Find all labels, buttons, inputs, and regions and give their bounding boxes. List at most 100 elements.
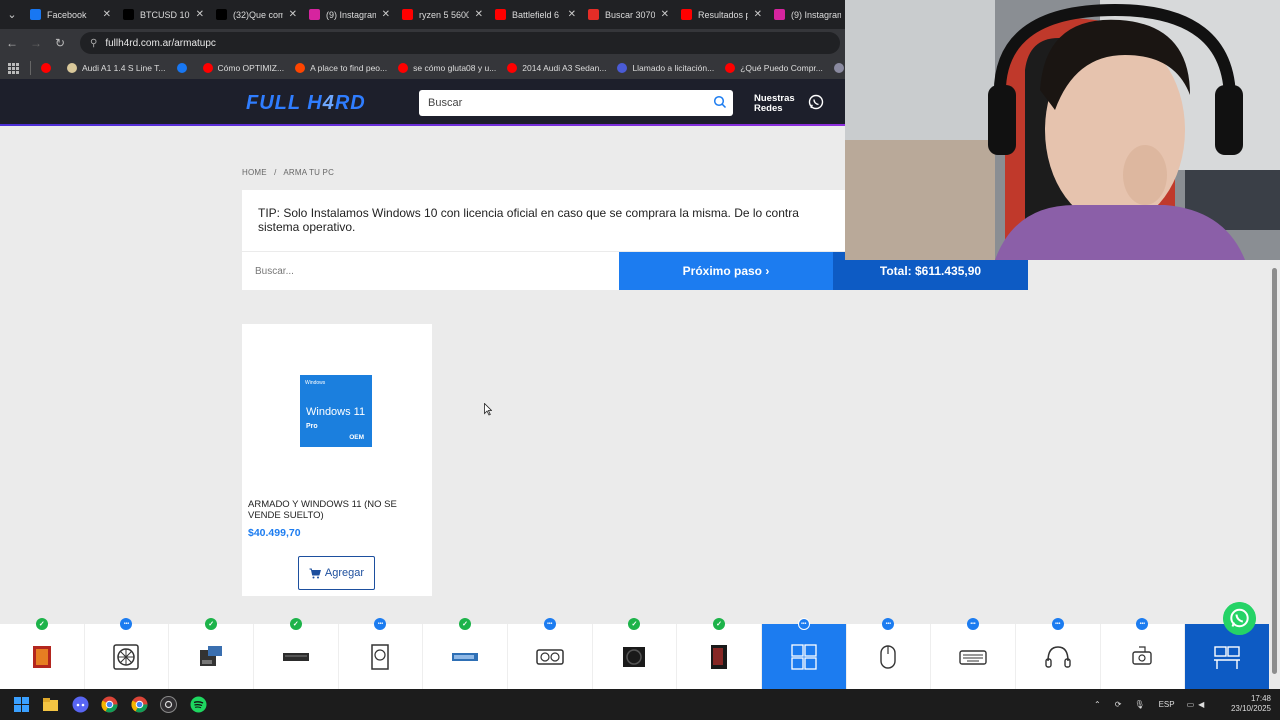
close-tab-icon[interactable]: ✕ bbox=[382, 9, 390, 20]
browser-tab[interactable]: Battlefield 6 ✕ bbox=[489, 0, 582, 29]
microphone-icon[interactable]: 🎙 bbox=[1134, 700, 1144, 709]
close-tab-icon[interactable]: ✕ bbox=[754, 9, 762, 20]
clock-date: 23/10/2025 bbox=[1230, 704, 1271, 713]
volume-icon[interactable]: ◀ bbox=[1198, 700, 1204, 709]
discord-icon[interactable] bbox=[72, 696, 89, 713]
os-icon bbox=[791, 643, 817, 670]
bookmark-item[interactable]: A place to find peo... bbox=[295, 63, 387, 73]
forward-icon[interactable]: → bbox=[24, 36, 48, 50]
bookmark-favicon-icon bbox=[295, 63, 306, 73]
bookmark-item[interactable] bbox=[41, 63, 56, 73]
step-storage[interactable]: ••• bbox=[339, 618, 424, 689]
sync-icon[interactable]: ⟳ bbox=[1115, 700, 1122, 709]
tab-search-icon[interactable]: ⌄ bbox=[0, 0, 24, 29]
step-mouse[interactable]: ••• bbox=[847, 618, 932, 689]
bookmark-favicon-icon bbox=[176, 63, 187, 73]
product-price: $40.499,70 bbox=[248, 527, 301, 539]
browser-tab[interactable]: Facebook ✕ bbox=[24, 0, 117, 29]
site-info-icon[interactable]: ⚲ bbox=[90, 38, 97, 49]
step-motherboard[interactable]: ✓ bbox=[169, 618, 254, 689]
headset-icon bbox=[1045, 645, 1071, 668]
search-icon[interactable] bbox=[713, 95, 727, 109]
spotify-icon[interactable] bbox=[190, 696, 207, 713]
step-desk[interactable] bbox=[1185, 624, 1270, 689]
social-networks-label[interactable]: Nuestras Redes bbox=[754, 94, 795, 114]
step-ram[interactable]: ✓ bbox=[254, 618, 339, 689]
file-explorer-icon[interactable] bbox=[42, 696, 59, 713]
case-icon bbox=[711, 644, 728, 669]
reload-icon[interactable]: ↻ bbox=[48, 36, 72, 50]
obs-icon[interactable] bbox=[160, 696, 177, 713]
bookmark-item[interactable]: Audi A1 1.4 S Line T... bbox=[67, 63, 166, 73]
browser-tab-title: Buscar 3070 bbox=[605, 9, 655, 20]
redes-line-2: Redes bbox=[754, 103, 783, 114]
check-icon: ✓ bbox=[459, 618, 472, 630]
step-case[interactable]: ✓ bbox=[677, 618, 762, 689]
gpu-icon bbox=[536, 648, 564, 665]
tray-overflow-icon[interactable]: ⌃ bbox=[1094, 700, 1101, 709]
bookmark-item[interactable]: se cómo gluta08 y u... bbox=[398, 63, 496, 73]
back-icon[interactable]: ← bbox=[0, 36, 24, 50]
browser-tab[interactable]: Buscar 3070 ✕ bbox=[582, 0, 675, 29]
bookmark-item[interactable]: 2014 Audi A3 Sedan... bbox=[507, 63, 606, 73]
windows-11-box-image[interactable]: Windows Windows 11 Pro OEM bbox=[300, 375, 372, 447]
close-tab-icon[interactable]: ✕ bbox=[661, 9, 669, 20]
browser-tab[interactable]: Resultados p ✕ bbox=[675, 0, 768, 29]
address-bar[interactable]: ⚲ fullh4rd.com.ar/armatupc bbox=[80, 32, 840, 54]
product-title[interactable]: ARMADO Y WINDOWS 11 (NO SE VENDE SUELTO) bbox=[248, 499, 430, 521]
page-scrollbar-thumb[interactable] bbox=[1272, 268, 1277, 674]
ssd-icon bbox=[452, 652, 479, 661]
step-cooler[interactable]: ••• bbox=[85, 618, 170, 689]
close-tab-icon[interactable]: ✕ bbox=[475, 9, 483, 20]
pending-icon: ••• bbox=[374, 618, 387, 630]
language-indicator[interactable]: ESP bbox=[1159, 700, 1175, 709]
taskbar-clock[interactable]: 17:48 23/10/2025 bbox=[1231, 694, 1271, 714]
bookmarks-divider bbox=[30, 61, 31, 75]
fullh4rd-logo[interactable]: FULL H4RD bbox=[246, 92, 366, 115]
close-tab-icon[interactable]: ✕ bbox=[103, 9, 111, 20]
browser-tab[interactable]: ryzen 5 5600 ✕ bbox=[396, 0, 489, 29]
check-icon: ✓ bbox=[713, 618, 726, 630]
chrome-profile-icon[interactable] bbox=[131, 696, 148, 713]
bookmark-item[interactable]: ¿Qué Puedo Compr... bbox=[725, 63, 823, 73]
close-tab-icon[interactable]: ✕ bbox=[289, 9, 297, 20]
windows-start-icon[interactable] bbox=[13, 696, 30, 713]
browser-tab[interactable]: (32)Que com ✕ bbox=[210, 0, 303, 29]
step-psu[interactable]: ✓ bbox=[593, 618, 678, 689]
browser-tab-title: (9) Instagram bbox=[326, 9, 376, 20]
step-keyboard[interactable]: ••• bbox=[931, 618, 1016, 689]
bookmark-favicon-icon bbox=[398, 63, 409, 73]
close-tab-icon[interactable]: ✕ bbox=[196, 9, 204, 20]
site-search-input[interactable]: Buscar bbox=[419, 90, 733, 116]
add-to-build-button[interactable]: Agregar bbox=[298, 556, 375, 590]
bookmark-item[interactable] bbox=[176, 63, 192, 73]
bookmark-item[interactable]: Cómo OPTIMIZ... bbox=[202, 63, 284, 73]
product-card[interactable]: Windows Windows 11 Pro OEM ARMADO Y WIND… bbox=[242, 324, 432, 596]
close-tab-icon[interactable]: ✕ bbox=[568, 9, 576, 20]
tiktok-icon bbox=[216, 9, 227, 20]
product-search-input[interactable]: Buscar... bbox=[242, 252, 619, 290]
network-icon[interactable]: ▭ bbox=[1187, 700, 1195, 709]
motherboard-icon bbox=[200, 645, 223, 666]
step-headset[interactable]: ••• bbox=[1016, 618, 1101, 689]
next-step-button[interactable]: Próximo paso › bbox=[619, 252, 833, 290]
browser-tab[interactable]: BTCUSD 109 ✕ bbox=[117, 0, 210, 29]
step-gpu[interactable]: ••• bbox=[508, 618, 593, 689]
browser-tab-title: Battlefield 6 bbox=[512, 9, 560, 20]
step-ssd[interactable]: ✓ bbox=[423, 618, 508, 689]
step-os[interactable]: ••• bbox=[761, 618, 847, 689]
whatsapp-icon[interactable] bbox=[808, 94, 824, 110]
bookmark-label: Audi A1 1.4 S Line T... bbox=[82, 63, 166, 73]
browser-tab[interactable]: (9) Instagram ✕ bbox=[303, 0, 396, 29]
webcam-icon bbox=[1132, 645, 1153, 665]
whatsapp-float-icon[interactable] bbox=[1223, 602, 1256, 635]
step-webcam[interactable]: ••• bbox=[1101, 618, 1186, 689]
chrome-icon[interactable] bbox=[101, 696, 118, 713]
pending-icon: ••• bbox=[120, 618, 133, 630]
check-icon: ✓ bbox=[628, 618, 641, 630]
step-cpu[interactable]: ✓ bbox=[0, 618, 85, 689]
apps-grid-icon[interactable] bbox=[8, 63, 19, 74]
cpu-icon bbox=[32, 645, 51, 668]
breadcrumb[interactable]: HOME / ARMA TU PC bbox=[242, 168, 334, 177]
bookmark-item[interactable]: Llamado a licitación... bbox=[617, 63, 714, 73]
